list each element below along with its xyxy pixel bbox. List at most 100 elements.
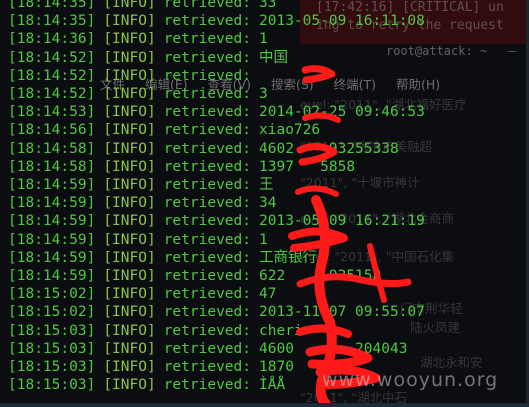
log-level: [INFO]: [103, 177, 156, 193]
log-line: [18:14:58] [INFO] retrieved: 1397 5858: [8, 158, 355, 176]
redaction-mark: [288, 227, 348, 252]
terminal-screen: [17:42:16] [CRITICAL] un ing to retry th…: [0, 0, 529, 407]
menu-terminal[interactable]: 终端(T): [334, 77, 376, 92]
log-line: [18:15:03] [INFO] retrieved: 4600 8 204043: [8, 340, 407, 358]
menu-help[interactable]: 帮助(H): [396, 77, 440, 92]
log-message: retrieved:: [163, 86, 252, 102]
log-message: retrieved:: [163, 213, 252, 230]
log-message: retrieved:: [163, 304, 252, 321]
log-line: [18:15:03] [INFO] retrieved: cheri: [8, 322, 303, 340]
log-timestamp: [18:14:52]: [8, 67, 96, 84]
log-message: retrieved:: [163, 104, 252, 121]
log-line: [18:14:59] [INFO] retrieved: 622 925158: [8, 267, 381, 285]
log-level: [INFO]: [103, 359, 156, 375]
log-value: 4600 8 204043: [259, 340, 408, 357]
log-level: [INFO]: [103, 249, 156, 266]
bottom-border: [0, 403, 529, 407]
log-message: retrieved:: [163, 249, 252, 266]
log-message: retrieved:: [163, 158, 252, 175]
log-timestamp: [18:14:56]: [8, 122, 96, 139]
log-level: [INFO]: [103, 49, 156, 66]
log-value: 622 925158: [259, 268, 382, 284]
log-timestamp: [18:14:59]: [8, 177, 96, 193]
background-window-titlebar: root@attack: ~ — □ ✕: [386, 44, 529, 58]
log-level: [INFO]: [103, 104, 156, 121]
log-message: retrieved:: [163, 231, 252, 248]
log-level: [INFO]: [103, 67, 156, 84]
wooyun-watermark: www.wooyun.org: [322, 369, 499, 391]
log-level: [INFO]: [103, 286, 156, 303]
log-value: ÌÅÅ: [259, 377, 286, 394]
log-line: [18:14:58] [INFO] retrieved: 4602 93255338: [8, 140, 399, 158]
log-timestamp: [18:15:03]: [8, 359, 96, 375]
log-message: retrieved:: [163, 49, 252, 66]
log-timestamp: [18:15:02]: [8, 304, 96, 321]
log-value: 34: [259, 195, 277, 212]
log-line: [18:14:35] [INFO] retrieved: 2013-05-09 16:…: [8, 12, 425, 30]
log-timestamp: [18:14:59]: [8, 268, 96, 284]
log-message: retrieved:: [163, 122, 252, 139]
menu-search[interactable]: 搜索(S): [271, 77, 314, 92]
log-message: retrieved:: [163, 322, 252, 339]
log-value: 3: [259, 86, 268, 102]
log-timestamp: [18:14:59]: [8, 195, 96, 212]
log-timestamp: [18:14:35]: [8, 0, 96, 11]
log-value: 2013-05-09 16:11:08: [259, 13, 425, 30]
log-message: retrieved:: [163, 0, 252, 11]
log-value: 王: [259, 177, 274, 193]
log-message: retrieved:: [163, 13, 252, 30]
log-timestamp: [18:14:53]: [8, 104, 96, 121]
log-line: [18:14:52] [INFO] retrieved: 3: [8, 85, 268, 103]
log-line: [18:15:02] [INFO] retrieved: 2013-11-07 09:…: [8, 303, 425, 321]
log-level: [INFO]: [103, 340, 156, 357]
redaction-mark: [296, 324, 352, 338]
log-timestamp: [18:14:59]: [8, 231, 96, 248]
log-line: [18:14:59] [INFO] retrieved: 2013-05-09 16:…: [8, 212, 425, 230]
log-timestamp: [18:15:03]: [8, 377, 96, 394]
log-line: [18:14:59] [INFO] retrieved: 王: [8, 176, 274, 194]
log-timestamp: [18:14:35]: [8, 13, 96, 30]
log-line: [18:14:59] [INFO] retrieved: 1: [8, 231, 268, 249]
log-message: retrieved:: [163, 286, 252, 303]
log-level: [INFO]: [103, 322, 156, 339]
log-level: [INFO]: [103, 86, 156, 102]
log-timestamp: [18:15:03]: [8, 322, 96, 339]
log-level: [INFO]: [103, 268, 156, 284]
log-level: [INFO]: [103, 231, 156, 248]
background-window-title: root@attack: ~: [386, 44, 488, 58]
log-timestamp: [18:14:52]: [8, 86, 96, 102]
log-line: [18:14:59] [INFO] retrieved: 工商银行: [8, 249, 317, 267]
log-value: 中国: [259, 49, 289, 66]
log-timestamp: [18:14:59]: [8, 213, 96, 230]
log-message: retrieved:: [163, 177, 252, 193]
log-value: 2013-11-07 09:55:07: [259, 304, 425, 321]
log-value: 工商银行: [259, 249, 318, 266]
background-text-line: evel: "2011", "中国石化集: [300, 249, 454, 264]
log-timestamp: [18:14:36]: [8, 31, 96, 48]
log-value: 1870: [259, 359, 294, 375]
log-value: 33: [259, 0, 277, 11]
log-level: [INFO]: [103, 377, 156, 394]
log-timestamp: [18:15:02]: [8, 286, 96, 303]
log-line: [18:14:52] [INFO] retrieved: 中国: [8, 49, 288, 67]
log-line: [18:14:36] [INFO] retrieved: 1: [8, 30, 268, 48]
log-level: [INFO]: [103, 140, 156, 157]
log-line: [18:14:52] [INFO] retrieved:: [8, 67, 259, 85]
log-timestamp: [18:14:52]: [8, 49, 96, 66]
log-value: 1397 5858: [259, 158, 356, 175]
log-line: [18:14:59] [INFO] retrieved: 34: [8, 194, 276, 212]
log-value: 1: [259, 231, 268, 248]
log-value: 4602 93255338: [259, 140, 399, 157]
log-level: [INFO]: [103, 158, 156, 175]
redaction-mark: [295, 185, 339, 197]
minimize-icon[interactable]: —: [508, 44, 515, 58]
log-line: [18:14:35] [INFO] retrieved: 33: [8, 0, 276, 12]
log-message: retrieved:: [163, 340, 252, 357]
log-level: [INFO]: [103, 13, 156, 30]
redaction-mark: [301, 65, 336, 84]
log-level: [INFO]: [103, 304, 156, 321]
log-message: retrieved:: [163, 377, 252, 394]
log-value: 1: [259, 31, 268, 48]
log-line: [18:15:03] [INFO] retrieved: ÌÅÅ: [8, 376, 285, 394]
log-value: 2013-05-09 16:21:19: [259, 213, 425, 230]
